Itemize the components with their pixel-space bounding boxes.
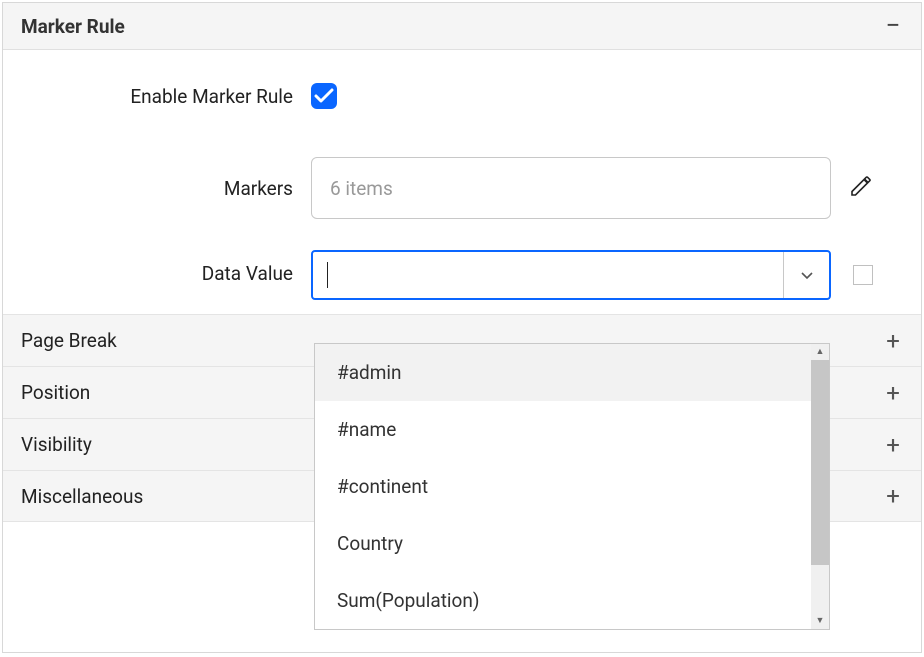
markers-input[interactable]: 6 items [311,157,831,219]
dropdown-option[interactable]: Country [315,515,811,572]
markers-row: Markers 6 items [3,142,921,234]
expand-icon[interactable]: + [883,327,903,355]
enable-row: Enable Marker Rule [3,50,921,142]
panel-header: Marker Rule − [3,3,921,50]
dropdown-scrollbar[interactable]: ▲ ▼ [811,344,829,629]
edit-icon[interactable] [849,174,873,203]
section-label: Miscellaneous [21,485,143,508]
datavalue-dropdown-list: #admin #name #continent Country Sum(Popu… [314,343,830,630]
datavalue-combobox[interactable] [311,250,831,300]
markers-label: Markers [23,177,293,200]
datavalue-label: Data Value [23,250,293,285]
expand-icon[interactable]: + [883,379,903,407]
dropdown-option[interactable]: #name [315,401,811,458]
section-label: Position [21,381,90,404]
scroll-thumb[interactable] [811,360,829,565]
dropdown-option[interactable]: #continent [315,458,811,515]
collapse-icon[interactable]: − [883,13,903,39]
expand-icon[interactable]: + [883,431,903,459]
enable-label: Enable Marker Rule [23,85,293,108]
checkmark-icon [314,87,334,105]
scroll-up-icon[interactable]: ▲ [811,344,829,360]
enable-checkbox[interactable] [311,83,337,109]
expand-icon[interactable]: + [883,482,903,510]
dropdown-option[interactable]: Sum(Population) [315,572,811,629]
markers-placeholder: 6 items [330,177,393,200]
datavalue-dropdown-toggle[interactable] [783,252,829,298]
panel-title: Marker Rule [21,15,125,38]
scroll-down-icon[interactable]: ▼ [811,613,829,629]
datavalue-input[interactable] [313,262,783,288]
dropdown-option[interactable]: #admin [315,344,811,401]
section-label: Page Break [21,329,117,352]
section-label: Visibility [21,433,92,456]
datavalue-aux-box[interactable] [853,265,873,285]
chevron-down-icon [799,267,815,283]
datavalue-row: Data Value [3,234,921,314]
text-cursor [327,262,328,288]
